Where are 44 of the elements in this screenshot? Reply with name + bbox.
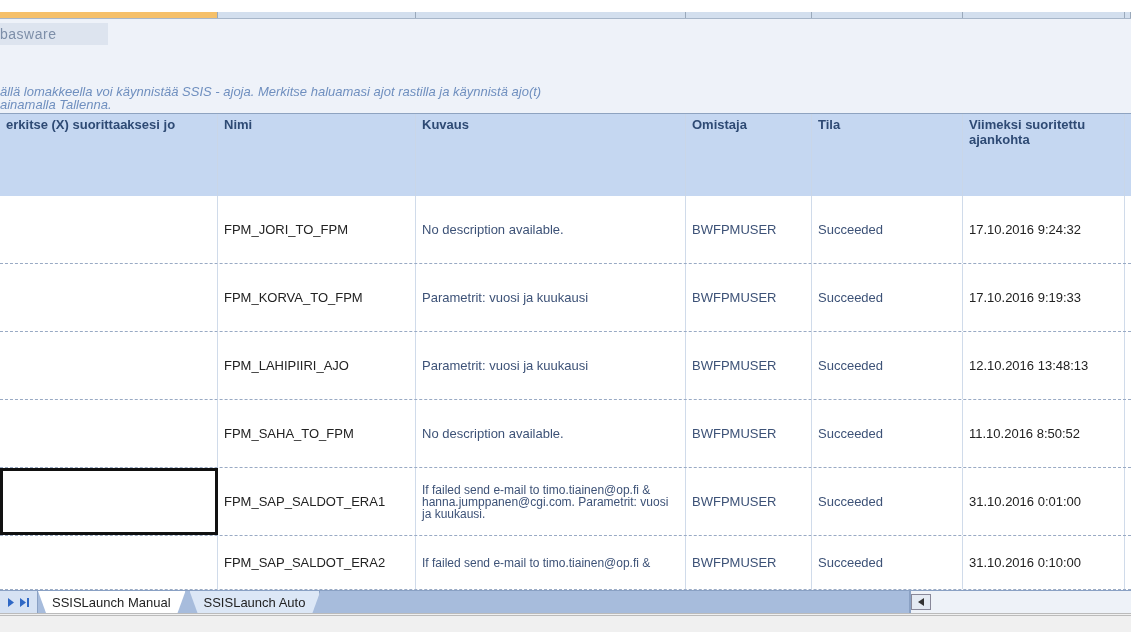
column-header: Tila [812, 114, 963, 196]
table-cell: FPM_SAHA_TO_FPM [218, 400, 416, 467]
table-cell: 31.10.2016 0:01:00 [963, 468, 1125, 535]
table-cell: If failed send e-mail to timo.tiainen@op.fi & hanna.jumppanen@cgi.com. Parametrit: vuosi ja kuukausi. [416, 468, 686, 535]
table-cell: Succeeded [812, 196, 963, 263]
table-cell: 12.10.2016 13:48:13 [963, 332, 1125, 399]
table-cell: FPM_SAP_SALDOT_ERA2 [218, 536, 416, 589]
table-cell: If failed send e-mail to timo.tiainen@op.fi & [416, 536, 686, 589]
table-cell: No description available. [416, 400, 686, 467]
column-header: Nimi [218, 114, 416, 196]
table-cell: BWFPMUSER [686, 468, 812, 535]
table-cell: Succeeded [812, 468, 963, 535]
intro-text: ällä lomakkeella voi käynnistää SSIS - ajoja. Merkitse haluamasi ajot rastilla ja käynnistä ajo(t) ainamalla Tallenna. [0, 85, 543, 111]
sheet-tab[interactable]: SSISLaunch Manual [38, 591, 186, 613]
table-cell: FPM_LAHIPIIRI_AJO [218, 332, 416, 399]
scroll-left-icon[interactable] [911, 594, 931, 610]
table-cell: BWFPMUSER [686, 196, 812, 263]
table-cell: 31.10.2016 0:10:00 [963, 536, 1125, 589]
table-cell: FPM_KORVA_TO_FPM [218, 264, 416, 331]
table-cell: Succeeded [812, 332, 963, 399]
sheet-tab[interactable]: SSISLaunch Auto [189, 591, 321, 613]
table-cell: Parametrit: vuosi ja kuukausi [416, 332, 686, 399]
table-cell: Succeeded [812, 400, 963, 467]
column-header: Kuvaus [416, 114, 686, 196]
table-cell: FPM_JORI_TO_FPM [218, 196, 416, 263]
table-cell: BWFPMUSER [686, 400, 812, 467]
column-header: Viimeksi suoritettu ajankohta [963, 114, 1125, 196]
table-cell: BWFPMUSER [686, 332, 812, 399]
next-sheet-icon[interactable] [8, 597, 14, 607]
table-cell: 17.10.2016 9:19:33 [963, 264, 1125, 331]
table-cell[interactable] [0, 468, 218, 535]
table-cell: 11.10.2016 8:50:52 [963, 400, 1125, 467]
logo-text: basware [0, 26, 57, 42]
table-cell: Parametrit: vuosi ja kuukausi [416, 264, 686, 331]
table-cell: BWFPMUSER [686, 536, 812, 589]
column-header: erkitse (X) suorittaaksesi jo [0, 114, 218, 196]
table-cell: Succeeded [812, 536, 963, 589]
table-cell: 17.10.2016 9:24:32 [963, 196, 1125, 263]
table-cell: No description available. [416, 196, 686, 263]
table-cell: FPM_SAP_SALDOT_ERA1 [218, 468, 416, 535]
last-sheet-icon[interactable] [20, 597, 29, 607]
table-cell: BWFPMUSER [686, 264, 812, 331]
table-cell: Succeeded [812, 264, 963, 331]
column-header: Omistaja [686, 114, 812, 196]
